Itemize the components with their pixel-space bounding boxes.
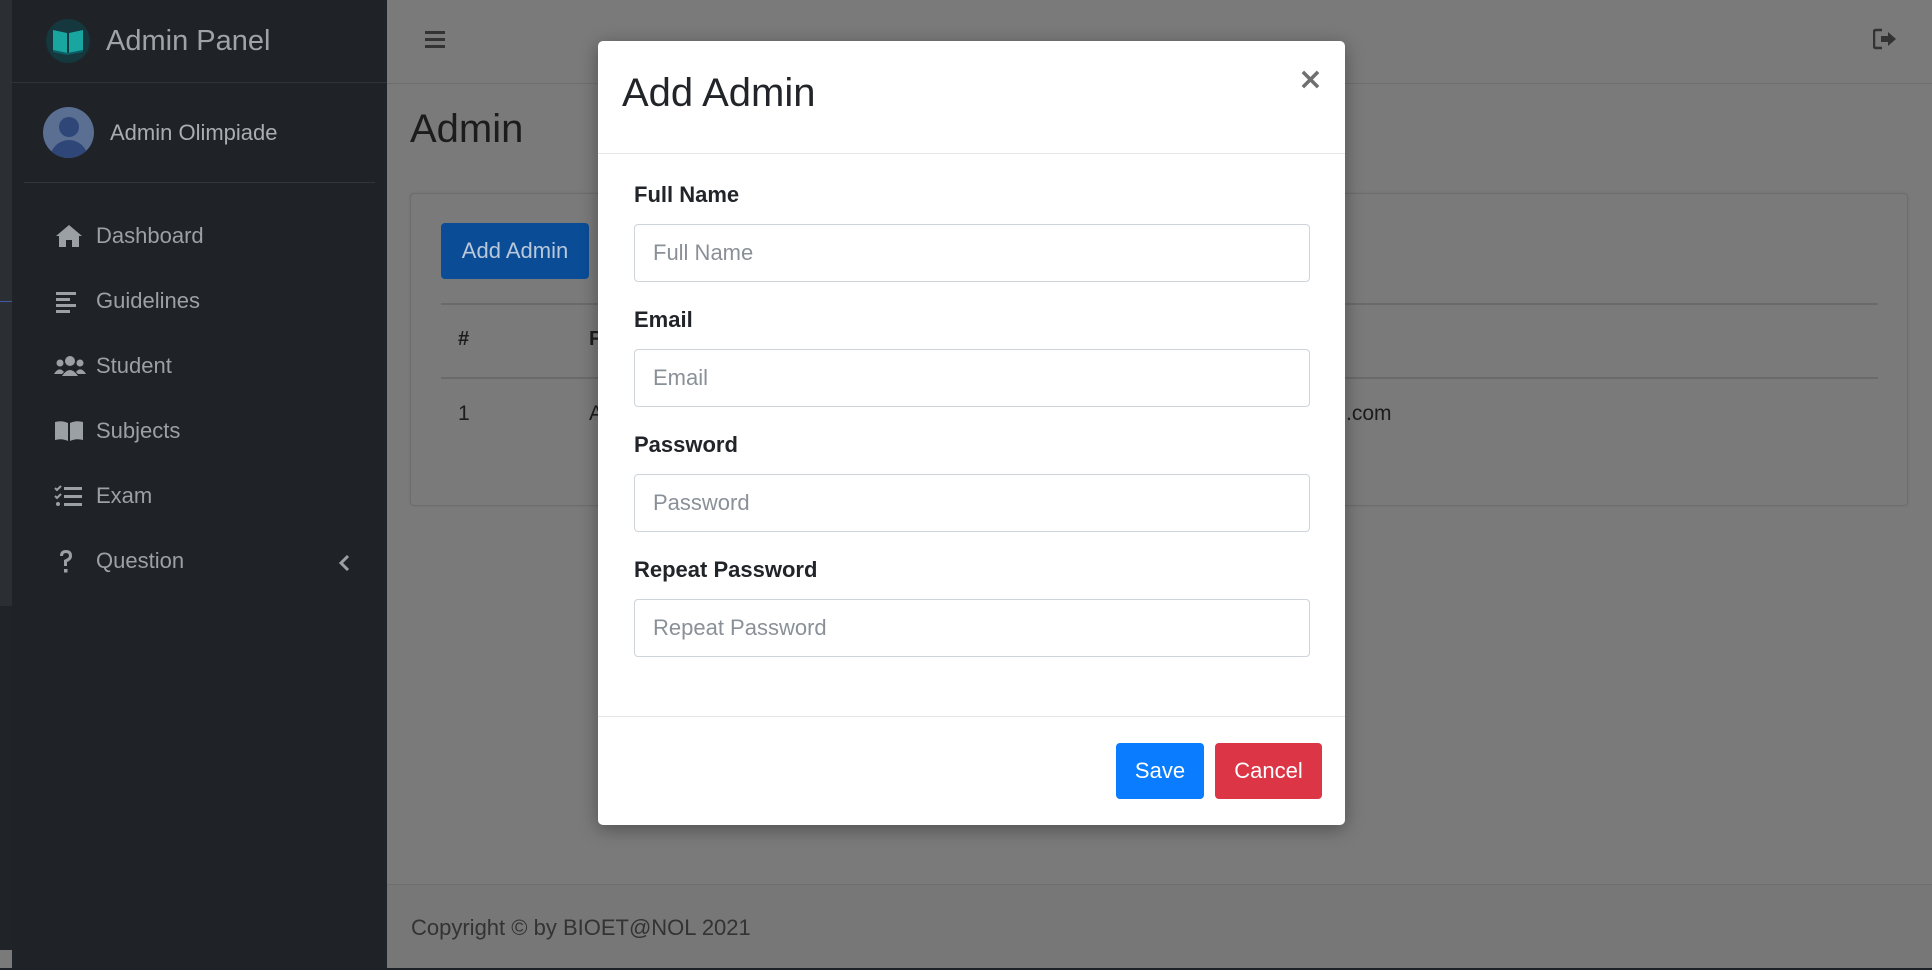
edge-lower <box>0 606 12 950</box>
modal-body: Full Name Email Password Repeat Password <box>598 154 1345 657</box>
modal-footer: Save Cancel <box>598 716 1345 825</box>
tasks-icon <box>54 482 88 510</box>
sidebar-item-label: Dashboard <box>96 222 204 248</box>
align-left-icon <box>54 287 88 315</box>
sidebar-item-label: Guidelines <box>96 287 200 313</box>
book-logo-icon <box>46 19 90 63</box>
cancel-button[interactable]: Cancel <box>1215 743 1322 799</box>
users-icon <box>54 352 88 380</box>
user-name: Admin Olimpiade <box>110 119 278 145</box>
fullname-input[interactable] <box>634 224 1310 282</box>
table-cell-email: .com <box>1346 402 1392 425</box>
password-input[interactable] <box>634 474 1310 532</box>
user-panel[interactable]: Admin Olimpiade <box>24 83 375 183</box>
password-label: Password <box>634 432 738 457</box>
modal-header: Add Admin × <box>598 41 1345 154</box>
close-icon[interactable]: × <box>1298 65 1323 95</box>
form-group-password: Password <box>634 432 1310 532</box>
hamburger-menu-icon[interactable] <box>423 26 447 57</box>
avatar <box>43 107 94 158</box>
left-edge-strip <box>0 0 12 950</box>
table-header-number: # <box>458 328 470 350</box>
sidebar-item-label: Subjects <box>96 417 181 443</box>
fullname-label: Full Name <box>634 182 740 207</box>
sidebar-item-guidelines[interactable]: Guidelines <box>12 268 387 333</box>
sidebar: Admin Panel Admin Olimpiade Dashboard Gu… <box>12 0 387 970</box>
add-admin-modal: Add Admin × Full Name Email Password Rep… <box>598 41 1345 825</box>
sidebar-item-question[interactable]: Question <box>12 528 387 593</box>
email-label: Email <box>634 307 693 332</box>
sidebar-item-student[interactable]: Student <box>12 333 387 398</box>
repeat-password-input[interactable] <box>634 599 1310 657</box>
footer-copyright: Copyright © by BIOET@NOL 2021 <box>411 915 751 940</box>
email-input[interactable] <box>634 349 1310 407</box>
sidebar-item-label: Student <box>96 352 172 378</box>
page-title: Admin <box>410 107 524 151</box>
sidebar-item-exam[interactable]: Exam <box>12 463 387 528</box>
form-group-repeat-password: Repeat Password <box>634 557 1310 657</box>
logout-icon[interactable] <box>1872 28 1897 55</box>
table-cell-number: 1 <box>458 402 470 425</box>
form-group-email: Email <box>634 307 1310 407</box>
question-icon <box>54 547 88 575</box>
sidebar-item-dashboard[interactable]: Dashboard <box>12 203 387 268</box>
sidebar-item-subjects[interactable]: Subjects <box>12 398 387 463</box>
sidebar-item-label: Question <box>96 547 185 573</box>
sidebar-nav: Dashboard Guidelines Student Subjects Ex… <box>12 203 387 593</box>
footer: Copyright © by BIOET@NOL 2021 <box>387 884 1932 970</box>
chevron-left-icon <box>337 552 351 578</box>
edge-tick <box>0 301 12 302</box>
book-open-icon <box>54 417 88 445</box>
brand-title: Admin Panel <box>106 24 271 57</box>
home-icon <box>54 222 88 250</box>
form-group-fullname: Full Name <box>634 182 1310 282</box>
brand[interactable]: Admin Panel <box>12 0 387 83</box>
sidebar-item-label: Exam <box>96 482 153 508</box>
save-button[interactable]: Save <box>1116 743 1204 799</box>
modal-title: Add Admin <box>622 71 816 115</box>
repeat-password-label: Repeat Password <box>634 557 818 582</box>
add-admin-button[interactable]: Add Admin <box>441 223 589 279</box>
